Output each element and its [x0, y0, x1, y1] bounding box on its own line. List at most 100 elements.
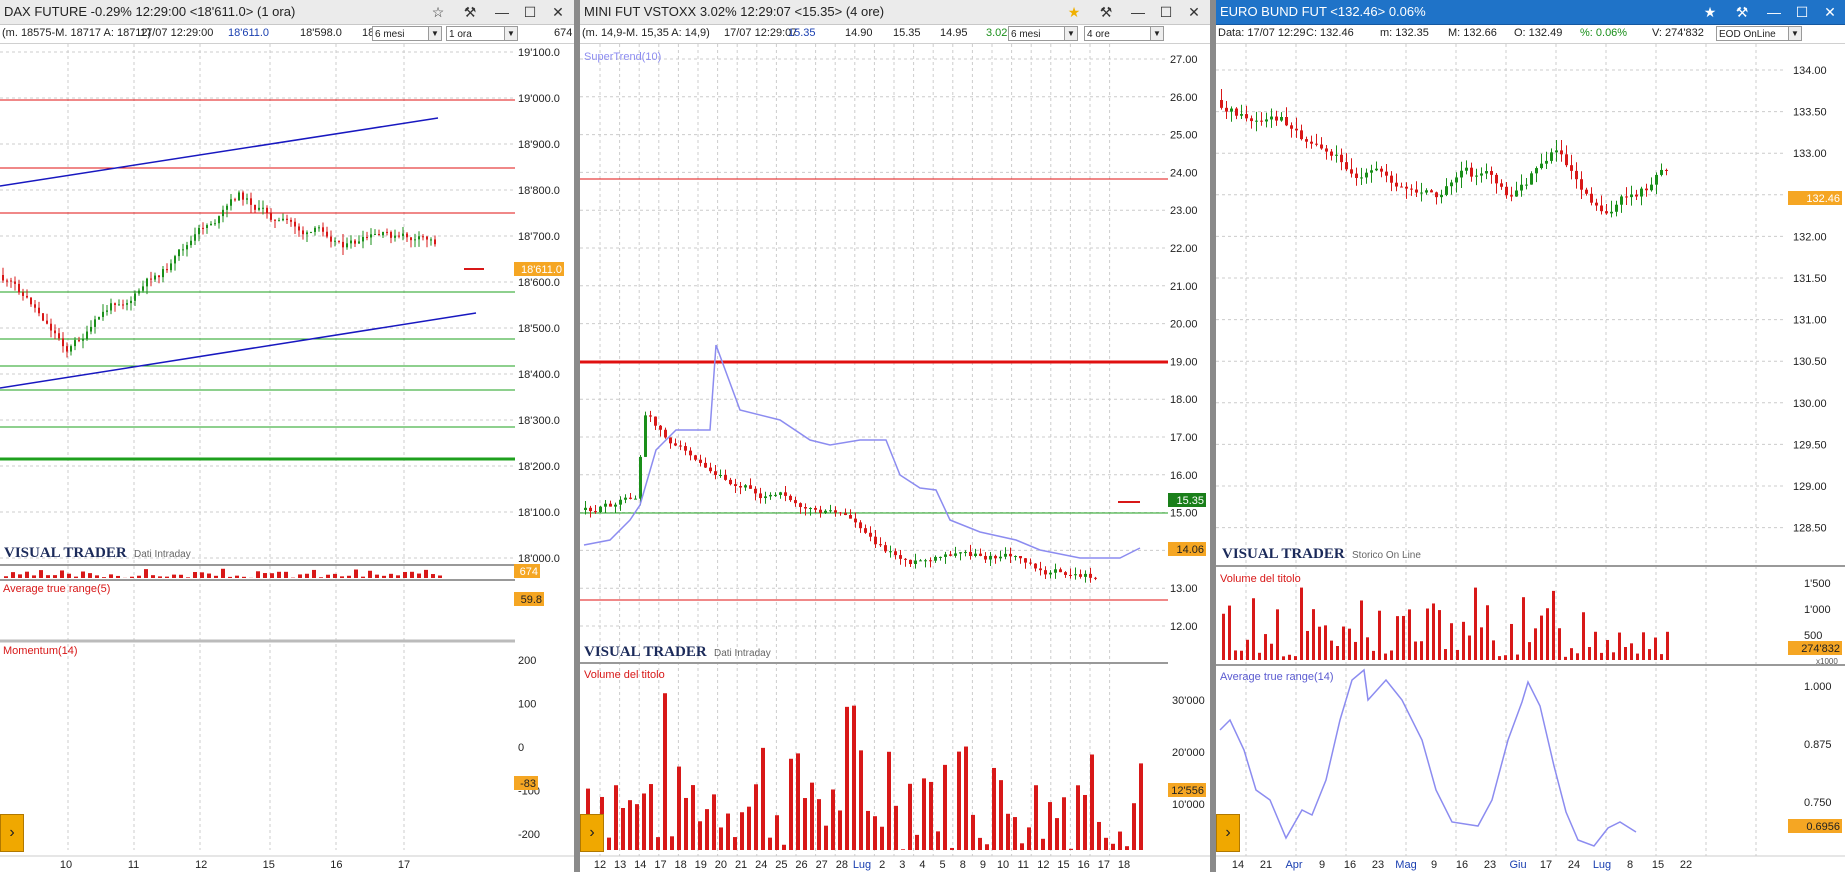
candle-body: [1590, 193, 1593, 203]
candle-body: [1064, 572, 1067, 575]
volume-bar: [950, 847, 954, 850]
axis-tick-label: 16.00: [1170, 470, 1198, 482]
volume-bar: [663, 693, 667, 850]
volume-bar: [936, 831, 940, 850]
candle-body: [1660, 169, 1663, 175]
candle-body: [604, 503, 607, 507]
candle-body: [754, 488, 757, 494]
candle-body: [138, 290, 140, 294]
candle-body: [1305, 139, 1308, 142]
candle-body: [342, 241, 344, 248]
volume-bar: [1378, 610, 1381, 660]
candle-body: [1415, 189, 1418, 193]
brand-sub: Dati Intraday: [134, 549, 191, 560]
candle-body: [599, 506, 602, 513]
x-axis-label: 24: [755, 859, 767, 871]
brand-sub: Dati Intraday: [714, 648, 771, 659]
volume-bar: [319, 577, 323, 578]
volume-bar: [1630, 643, 1633, 660]
candle-body: [874, 536, 877, 545]
volume-bar: [1276, 609, 1279, 660]
chevron-right-icon[interactable]: ›: [1216, 814, 1240, 852]
candle-body: [909, 559, 912, 565]
volume-bar: [901, 849, 905, 850]
volume-bar: [992, 767, 996, 850]
candle-body: [1265, 119, 1268, 122]
panel-dax[interactable]: DAX FUTURE -0.29% 12:29:00 <18'611.0> (1…: [0, 0, 574, 872]
volume-bar: [1510, 623, 1513, 660]
chart-vstoxx[interactable]: 27.00 26.00 25.00 24.00 23.00 22.00 21.00 20.00…: [580, 0, 1210, 872]
indicator-label: Average true range(14): [1220, 671, 1334, 683]
x-axis-label: 12: [594, 859, 606, 871]
candle-body: [1405, 186, 1408, 189]
volume-bar: [1006, 813, 1010, 850]
candle-body: [298, 226, 300, 231]
x-axis-label: 20: [715, 859, 727, 871]
candle-body: [774, 494, 777, 496]
volume-bar: [144, 569, 148, 578]
candle-body: [102, 311, 104, 317]
price-tag: 15.35: [1176, 495, 1204, 507]
axis-tick-label: 18'400.0: [518, 369, 560, 381]
candle-body: [949, 554, 952, 556]
volume-bar: [1300, 587, 1303, 660]
candle-body: [784, 492, 787, 496]
candle-body: [430, 239, 432, 241]
volume-bar: [424, 569, 428, 578]
volume-bar: [1083, 794, 1087, 850]
candle-body: [624, 497, 627, 500]
volume-bar: [1372, 650, 1375, 660]
candle-body: [1340, 154, 1343, 163]
candle-body: [664, 429, 667, 438]
volume-bar: [894, 805, 898, 850]
chevron-right-icon[interactable]: ›: [0, 814, 24, 852]
volume-bar: [1522, 597, 1525, 660]
axis-tick-label: 18'300.0: [518, 415, 560, 427]
candle-body: [794, 500, 797, 504]
candle-body: [934, 556, 937, 561]
candle-body: [402, 233, 404, 236]
volume-bar: [221, 568, 225, 578]
axis-tick-label: 133.50: [1793, 107, 1827, 119]
candle-body: [1525, 184, 1528, 186]
chart-dax[interactable]: 19'100.0 19'000.0 18'900.0 18'800.0 18'700.0…: [0, 0, 574, 872]
candle-body: [242, 192, 244, 200]
volume-bar: [1027, 827, 1031, 850]
candle-body: [122, 304, 124, 306]
chevron-right-icon[interactable]: ›: [580, 814, 604, 852]
candle-body: [1625, 196, 1628, 198]
candle-body: [719, 474, 722, 476]
candle-body: [689, 450, 692, 456]
volume-bar: [53, 575, 57, 578]
panel-vstoxx[interactable]: MINI FUT VSTOXX 3.02% 12:29:07 <15.35> (…: [580, 0, 1210, 872]
axis-tick-label: 1'000: [1804, 604, 1831, 616]
candle-body: [382, 231, 384, 236]
volume-bar: [151, 575, 155, 578]
candle-body: [704, 462, 707, 468]
volume-bar: [1570, 648, 1573, 660]
x-axis-label: Apr: [1285, 859, 1302, 871]
candle-body: [426, 236, 428, 240]
price-tag: 14.06: [1176, 544, 1204, 556]
volume-bar: [964, 746, 968, 850]
x-axis-label: 18: [1118, 859, 1130, 871]
axis-tick-label: 129.00: [1793, 481, 1827, 493]
volume-bar: [1342, 626, 1345, 660]
volume-bar: [333, 573, 337, 578]
panel-bund[interactable]: EURO BUND FUT <132.46> 0.06% ★ ⚒ — ☐ ✕ D…: [1216, 0, 1845, 872]
axis-tick-label: 0.875: [1804, 739, 1832, 751]
candle-body: [669, 437, 672, 444]
volume-bar: [642, 793, 646, 850]
candle-body: [889, 551, 892, 553]
volume-bar: [1516, 654, 1519, 660]
volume-bar: [1444, 649, 1447, 660]
volume-bar: [1420, 641, 1423, 660]
volume-bar: [438, 575, 442, 578]
candle-body: [1630, 194, 1633, 198]
volume-bar: [1414, 641, 1417, 660]
volume-bar: [277, 571, 281, 578]
chart-bund[interactable]: 134.00133.50133.00132.50132.00131.50131.…: [1216, 0, 1845, 872]
x-axis-label: 15: [1057, 859, 1069, 871]
candle-body: [1555, 150, 1558, 153]
volume-bar: [158, 576, 162, 578]
